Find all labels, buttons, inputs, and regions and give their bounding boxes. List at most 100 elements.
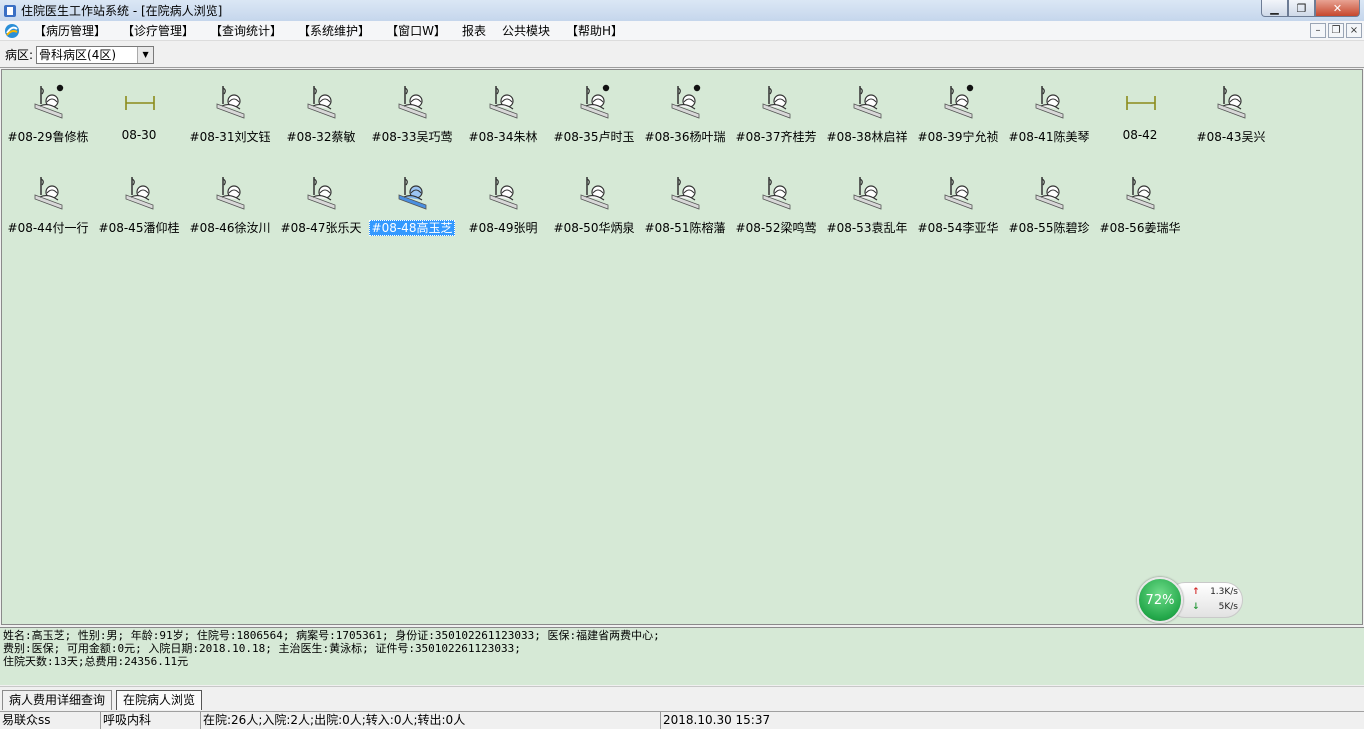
tab-patient-fee-detail[interactable]: 病人费用详细查询 — [2, 690, 113, 710]
patient-in-bed-icon — [214, 84, 248, 120]
bed-label-text: #08-39宁允祯 — [917, 130, 999, 144]
patient-bed-tile[interactable]: #08-49张明 — [457, 167, 549, 247]
bed-label-text: #08-41陈美琴 — [1008, 130, 1090, 144]
upload-speed: 1.3K/s — [1210, 587, 1238, 597]
ward-select[interactable]: 骨科病区(4区) ▼ — [36, 45, 155, 64]
mdi-close-button[interactable]: × — [1346, 23, 1362, 38]
patient-bed-tile[interactable]: #08-31刘文钰 — [184, 76, 276, 156]
bed-label: 08-42 — [1094, 128, 1186, 142]
bed-label-text: #08-45潘仰桂 — [98, 221, 180, 235]
patient-bed-tile[interactable]: #08-37齐桂芳 — [730, 76, 822, 156]
bed-grid: #08-29鲁修栋 08-30 #08-31刘文钰 #08-32蔡敏 #08-3… — [1, 69, 1363, 625]
patient-bed-tile[interactable]: #08-39宁允祯 — [912, 76, 1004, 156]
bed-label: #08-44付一行 — [2, 219, 94, 236]
bed-label: #08-55陈碧珍 — [1003, 219, 1095, 236]
empty-bed-tile[interactable]: 08-30 — [93, 76, 185, 156]
patient-info-line-1: 姓名:高玉芝; 性别:男; 年龄:91岁; 住院号:1806564; 病案号:1… — [3, 629, 660, 642]
bed-label: #08-45潘仰桂 — [93, 219, 185, 236]
patient-in-bed-icon — [760, 175, 794, 211]
patient-in-bed-icon — [851, 175, 885, 211]
patient-bed-tile[interactable]: #08-50华炳泉 — [548, 167, 640, 247]
bed-label-text: 08-42 — [1122, 128, 1158, 142]
memory-usage-badge[interactable]: 72% — [1137, 577, 1183, 623]
patient-in-bed-icon — [1124, 175, 1158, 211]
patient-info-line-3: 住院天数:13天;总费用:24356.11元 — [3, 655, 189, 668]
patient-in-bed-icon — [851, 84, 885, 120]
download-speed-row: ↓ 5K/s — [1192, 602, 1238, 612]
empty-bed-icon — [123, 84, 157, 120]
bed-label: #08-31刘文钰 — [184, 128, 276, 145]
upload-speed-row: ↑ 1.3K/s — [1192, 587, 1238, 597]
bed-label: #08-33吴巧莺 — [366, 128, 458, 145]
bed-label-text: #08-43吴兴 — [1196, 130, 1266, 144]
patient-bed-tile[interactable]: #08-47张乐天 — [275, 167, 367, 247]
chevron-down-icon[interactable]: ▼ — [137, 46, 154, 63]
patient-bed-tile[interactable]: #08-34朱林 — [457, 76, 549, 156]
menu-reports[interactable]: 报表 — [454, 22, 494, 39]
patient-bed-tile[interactable]: #08-48高玉芝 — [366, 167, 458, 247]
bed-label-text: #08-38林启祥 — [826, 130, 908, 144]
bed-label: #08-54李亚华 — [912, 219, 1004, 236]
network-speed-widget[interactable]: ↑ 1.3K/s ↓ 5K/s 72% — [1137, 577, 1245, 623]
patient-bed-tile[interactable]: #08-33吴巧莺 — [366, 76, 458, 156]
bed-label: #08-34朱林 — [457, 128, 549, 145]
menu-bar: 【病历管理】 【诊疗管理】 【查询统计】 【系统维护】 【窗口W】 报表 公共模… — [0, 21, 1364, 41]
bed-label-text: #08-52梁鸣莺 — [735, 221, 817, 235]
bed-label: #08-43吴兴 — [1185, 128, 1277, 145]
bed-label: #08-48高玉芝 — [366, 219, 458, 236]
patient-bed-tile[interactable]: #08-32蔡敏 — [275, 76, 367, 156]
bed-label-text: #08-44付一行 — [7, 221, 89, 235]
patient-in-bed-icon — [305, 84, 339, 120]
close-button[interactable]: ✕ — [1315, 0, 1360, 17]
bed-label-text: #08-29鲁修栋 — [7, 130, 89, 144]
patient-bed-tile[interactable]: #08-53袁乱年 — [821, 167, 913, 247]
patient-in-bed-icon — [123, 175, 157, 211]
bed-label-text: #08-35卢时玉 — [553, 130, 635, 144]
window-tab-bar: 病人费用详细查询 在院病人浏览 — [0, 686, 1364, 710]
menu-system-maintenance[interactable]: 【系统维护】 — [290, 22, 378, 39]
menu-medical-records[interactable]: 【病历管理】 — [26, 22, 114, 39]
patient-bed-tile[interactable]: #08-29鲁修栋 — [2, 76, 94, 156]
bed-label-text: #08-55陈碧珍 — [1008, 221, 1090, 235]
patient-in-bed-icon — [32, 175, 66, 211]
menu-window[interactable]: 【窗口W】 — [378, 22, 454, 39]
patient-bed-tile[interactable]: #08-43吴兴 — [1185, 76, 1277, 156]
tab-inpatient-browse[interactable]: 在院病人浏览 — [116, 690, 203, 710]
patient-in-bed-icon — [1033, 84, 1067, 120]
patient-bed-tile[interactable]: #08-46徐汝川 — [184, 167, 276, 247]
patient-bed-tile[interactable]: #08-54李亚华 — [912, 167, 1004, 247]
patient-bed-tile[interactable]: #08-44付一行 — [2, 167, 94, 247]
minimize-button[interactable]: ▁ — [1261, 0, 1288, 17]
patient-bed-tile[interactable]: #08-51陈榕藩 — [639, 167, 731, 247]
bed-label: #08-37齐桂芳 — [730, 128, 822, 145]
mdi-restore-button[interactable]: ❐ — [1328, 23, 1344, 38]
close-icon: × — [1349, 25, 1359, 36]
restore-icon: ❐ — [1296, 1, 1307, 15]
patient-bed-tile[interactable]: #08-35卢时玉 — [548, 76, 640, 156]
mdi-minimize-button[interactable]: – — [1310, 23, 1326, 38]
patient-bed-tile[interactable]: #08-45潘仰桂 — [93, 167, 185, 247]
bed-label-text: #08-36杨叶瑞 — [644, 130, 726, 144]
bed-label-text: 08-30 — [121, 128, 157, 142]
patient-bed-tile[interactable]: #08-56姜瑞华 — [1094, 167, 1186, 247]
menu-treatment[interactable]: 【诊疗管理】 — [114, 22, 202, 39]
patient-in-bed-icon — [760, 84, 794, 120]
minimize-icon: ▁ — [1270, 1, 1279, 15]
patient-info-line-2: 费别:医保; 可用金额:0元; 入院日期:2018.10.18; 主治医生:黄泳… — [3, 642, 521, 655]
bed-label-text: #08-54李亚华 — [917, 221, 999, 235]
patient-bed-tile[interactable]: #08-52梁鸣莺 — [730, 167, 822, 247]
bed-label: #08-52梁鸣莺 — [730, 219, 822, 236]
menu-public-module[interactable]: 公共模块 — [494, 22, 558, 39]
app-icon — [4, 4, 16, 17]
patient-bed-tile[interactable]: #08-41陈美琴 — [1003, 76, 1095, 156]
ward-label: 病区: — [5, 48, 34, 62]
restore-button[interactable]: ❐ — [1288, 0, 1315, 17]
patient-bed-tile[interactable]: #08-38林启祥 — [821, 76, 913, 156]
menu-help[interactable]: 【帮助H】 — [558, 22, 631, 39]
restore-icon: ❐ — [1331, 25, 1341, 36]
patient-in-bed-icon — [578, 175, 612, 211]
menu-query-stats[interactable]: 【查询统计】 — [202, 22, 290, 39]
patient-bed-tile[interactable]: #08-55陈碧珍 — [1003, 167, 1095, 247]
empty-bed-tile[interactable]: 08-42 — [1094, 76, 1186, 156]
patient-bed-tile[interactable]: #08-36杨叶瑞 — [639, 76, 731, 156]
